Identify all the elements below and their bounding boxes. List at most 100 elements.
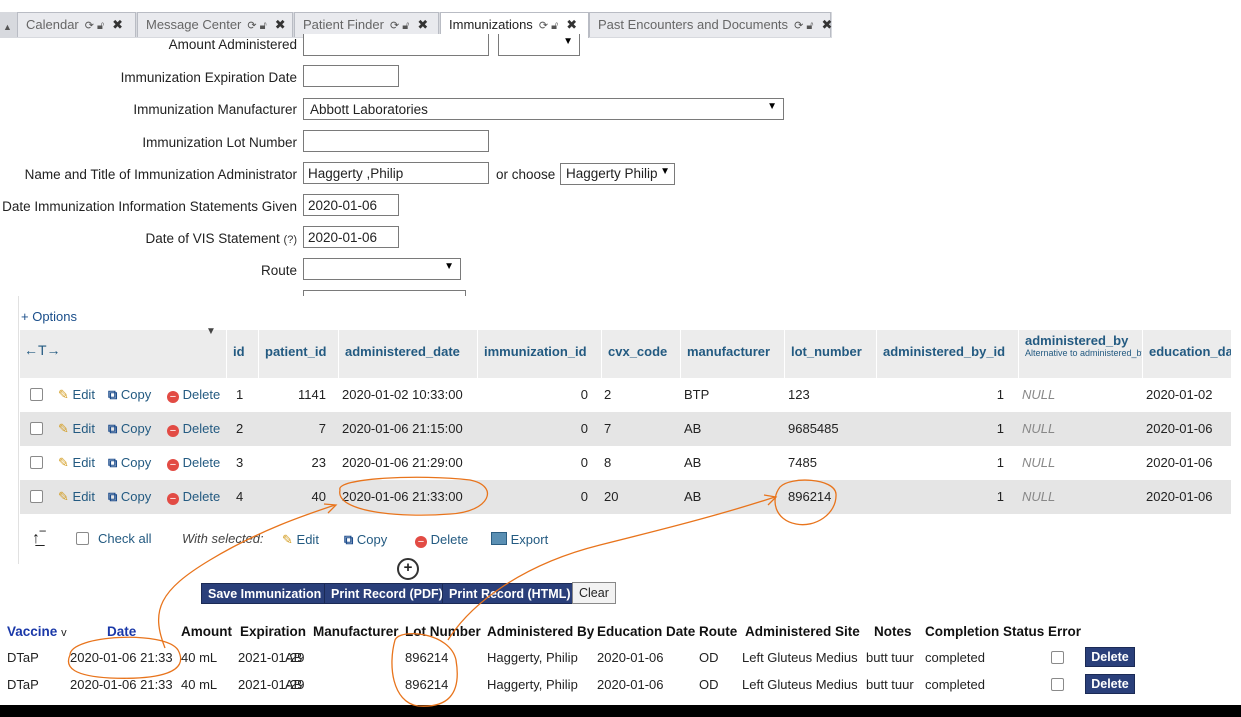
col-header-education-date[interactable]: education_da — [1142, 330, 1231, 378]
sort-dropdown-icon[interactable]: ▼ — [206, 326, 216, 337]
bottom-bar — [0, 705, 1241, 717]
vis-statement-date-input[interactable]: 2020-01-06 — [303, 226, 399, 248]
refresh-icon[interactable]: ⟳ 🔓︎ — [247, 19, 266, 33]
col-header-patient-id[interactable]: patient_id — [258, 330, 338, 378]
row-copy-button[interactable]: ⧉ Copy — [108, 387, 151, 403]
row-copy-button[interactable]: ⧉ Copy — [108, 455, 151, 471]
lot-number-input[interactable] — [303, 130, 489, 152]
cell-manufacturer: AB — [684, 455, 702, 470]
cell-cvx-code: 2 — [604, 387, 612, 402]
vis-given-date-input[interactable]: 2020-01-06 — [303, 194, 399, 216]
row-copy-button[interactable]: ⧉ Copy — [108, 489, 151, 505]
history-delete-button[interactable]: Delete — [1085, 647, 1135, 667]
cell-id: 1 — [236, 387, 244, 402]
close-icon[interactable]: ✖ — [566, 17, 577, 33]
row-checkbox[interactable] — [30, 490, 43, 503]
history-col-error: Error — [1048, 624, 1082, 639]
close-icon[interactable]: ✖ — [275, 17, 286, 33]
close-icon[interactable]: ✖ — [417, 17, 428, 33]
expiration-date-input[interactable] — [303, 65, 399, 87]
col-header-cvx-code[interactable]: cvx_code — [601, 330, 680, 378]
row-delete-button[interactable]: − Delete — [167, 421, 220, 437]
history-cell-education-date: 2020-01-06 — [597, 650, 664, 665]
column-arrows-icon[interactable]: ←T→ — [24, 342, 61, 358]
bulk-delete-button[interactable]: − Delete — [415, 532, 468, 548]
row-edit-button[interactable]: ✎ Edit — [58, 421, 95, 437]
row-delete-button[interactable]: − Delete — [167, 489, 220, 505]
history-cell-amount: 40 mL — [181, 650, 218, 665]
row-checkbox[interactable] — [30, 456, 43, 469]
row-copy-button[interactable]: ⧉ Copy — [108, 421, 151, 437]
tab-past-encounters[interactable]: Past Encounters and Documents ⟳ 🔓︎ ✖ — [589, 12, 832, 37]
history-col-date[interactable]: Date — [107, 624, 136, 639]
history-col-vaccine[interactable]: Vaccine v — [7, 624, 67, 639]
manufacturer-select[interactable]: Abbott Laboratories ▼ — [303, 98, 784, 120]
col-header-immunization-id[interactable]: immunization_id — [477, 330, 601, 378]
cell-immunization-id: 0 — [580, 455, 588, 470]
collapse-caret-icon[interactable]: ▲ — [3, 22, 12, 32]
history-delete-button[interactable]: Delete — [1085, 674, 1135, 694]
col-header-administered-date[interactable]: administered_date — [338, 330, 477, 378]
row-checkbox[interactable] — [30, 388, 43, 401]
col-header-lot-number[interactable]: lot_number — [784, 330, 876, 378]
row-copy-label: Copy — [120, 455, 152, 470]
save-immunization-button[interactable]: Save Immunization — [201, 583, 329, 604]
error-checkbox[interactable] — [1051, 651, 1064, 664]
cell-lot-number: 9685485 — [788, 421, 839, 436]
bulk-export-button[interactable]: Export — [491, 532, 548, 547]
manufacturer-label: Immunization Manufacturer — [133, 102, 297, 117]
bulk-copy-button[interactable]: ⧉ Copy — [344, 532, 387, 548]
amount-label: Amount Administered — [168, 37, 297, 52]
history-cell-vaccine: DTaP — [7, 677, 39, 692]
cell-patient-id: 40 — [311, 489, 326, 504]
administrator-input[interactable]: Haggerty ,Philip — [303, 162, 489, 184]
history-col-completion-status: Completion Status — [925, 624, 1045, 639]
print-html-button[interactable]: Print Record (HTML) — [442, 583, 578, 604]
col-header-administered-by-note: Alternative to administered_by_id — [1025, 348, 1142, 358]
pencil-icon: ✎ — [58, 489, 69, 504]
error-checkbox[interactable] — [1051, 678, 1064, 691]
tab-message-center[interactable]: Message Center ⟳ 🔓︎ ✖ — [137, 12, 293, 37]
history-col-route: Route — [699, 624, 738, 639]
row-delete-button[interactable]: − Delete — [167, 387, 220, 403]
row-edit-button[interactable]: ✎ Edit — [58, 387, 95, 403]
history-cell-administered-site: Left Gluteus Medius — [742, 677, 858, 692]
check-all-checkbox[interactable] — [76, 532, 89, 545]
col-header-administered-by[interactable]: administered_by Alternative to administe… — [1018, 330, 1142, 378]
amount-input[interactable] — [303, 34, 489, 56]
history-col-administered-by: Administered By — [487, 624, 595, 639]
row-edit-button[interactable]: ✎ Edit — [58, 489, 95, 505]
refresh-icon[interactable]: ⟳ 🔓︎ — [390, 19, 409, 33]
refresh-icon[interactable]: ⟳ 🔓︎ — [85, 19, 104, 33]
history-col-vaccine-label: Vaccine — [7, 624, 58, 639]
cell-administered-by-id: 1 — [996, 421, 1004, 436]
col-header-manufacturer[interactable]: manufacturer — [680, 330, 784, 378]
col-header-id[interactable]: id — [226, 330, 258, 378]
amount-unit-select[interactable]: ▼ — [498, 34, 580, 56]
close-icon[interactable]: ✖ — [821, 17, 832, 33]
history-cell-completion-status: completed — [925, 677, 985, 692]
refresh-icon[interactable]: ⟳ 🔓︎ — [794, 19, 813, 33]
plus-circle-icon[interactable]: + — [397, 558, 419, 580]
route-select[interactable]: ▼ — [303, 258, 461, 280]
check-all-label[interactable]: Check all — [98, 531, 151, 546]
history-col-notes: Notes — [874, 624, 912, 639]
cell-cvx-code: 8 — [604, 455, 612, 470]
administrator-select[interactable]: Haggerty Philip ▼ — [560, 163, 675, 185]
col-header-administered-by-id[interactable]: administered_by_id — [876, 330, 1018, 378]
options-link[interactable]: + Options — [21, 309, 77, 324]
clear-button[interactable]: Clear — [572, 582, 616, 604]
tab-label: Patient Finder — [303, 17, 384, 32]
help-link[interactable]: (?) — [284, 234, 297, 246]
tab-calendar[interactable]: Calendar ⟳ 🔓︎ ✖ — [17, 12, 136, 37]
row-checkbox[interactable] — [30, 422, 43, 435]
bulk-edit-button[interactable]: ✎ Edit — [282, 532, 319, 548]
close-icon[interactable]: ✖ — [112, 17, 123, 33]
print-pdf-button[interactable]: Print Record (PDF) — [324, 583, 450, 604]
tab-label: Message Center — [146, 17, 242, 32]
refresh-icon[interactable]: ⟳ 🔓︎ — [539, 19, 558, 33]
row-edit-label: Edit — [72, 489, 95, 504]
history-cell-administered-by: Haggerty, Philip — [487, 677, 578, 692]
row-edit-button[interactable]: ✎ Edit — [58, 455, 95, 471]
row-delete-button[interactable]: − Delete — [167, 455, 220, 471]
